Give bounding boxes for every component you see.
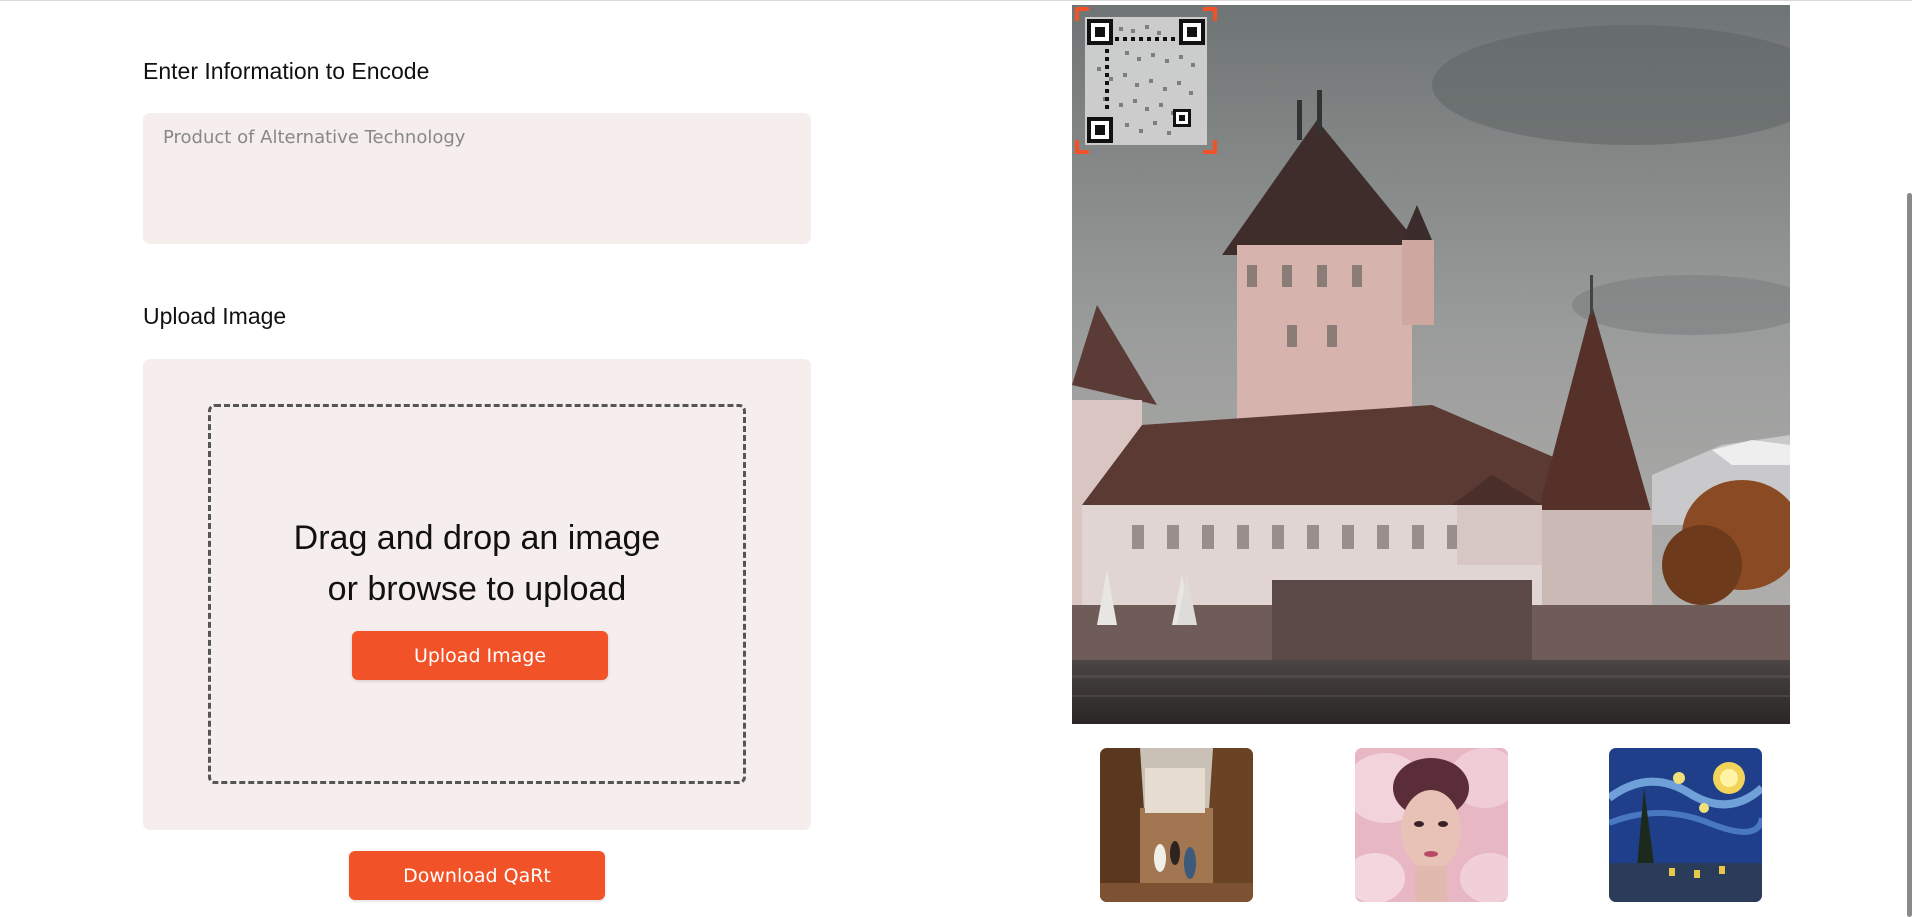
qr-art-preview [1072, 5, 1790, 724]
sample-thumbnail-starry-night[interactable] [1609, 748, 1762, 902]
sample-thumbnail-portrait[interactable] [1355, 748, 1508, 902]
portrait-image [1355, 748, 1508, 902]
dropzone-text: Drag and drop an image or browse to uplo… [211, 513, 743, 615]
dropzone-text-line-2: or browse to upload [327, 570, 627, 608]
street-image [1100, 748, 1253, 902]
qr-code-overlay [1075, 7, 1217, 154]
download-qart-button[interactable]: Download QaRt [349, 851, 605, 900]
top-divider [0, 0, 1912, 1]
qr-code-icon [1075, 7, 1217, 154]
page-scrollbar[interactable] [1907, 193, 1912, 917]
encode-input[interactable] [143, 113, 811, 244]
image-dropzone[interactable]: Drag and drop an image or browse to uplo… [208, 404, 746, 784]
sample-thumbnail-street[interactable] [1100, 748, 1253, 902]
starry-night-image [1609, 748, 1762, 902]
upload-panel: Drag and drop an image or browse to uplo… [143, 359, 811, 830]
upload-label: Upload Image [143, 303, 287, 329]
dropzone-text-line-1: Drag and drop an image [293, 519, 661, 557]
upload-image-button[interactable]: Upload Image [352, 631, 608, 680]
encode-label: Enter Information to Encode [143, 58, 430, 84]
